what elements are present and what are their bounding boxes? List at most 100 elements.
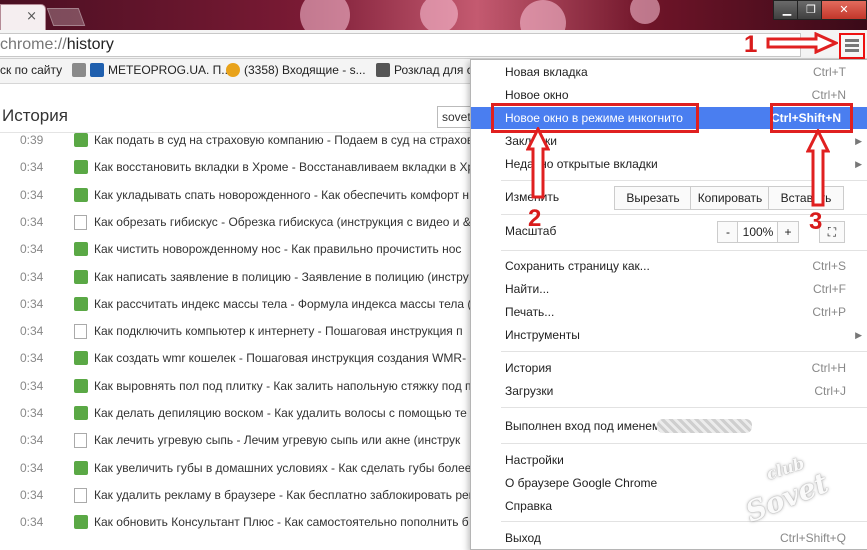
site-favicon-icon (74, 187, 88, 202)
menu-item-print[interactable]: Печать... Ctrl+P (471, 301, 867, 323)
history-entry-title[interactable]: Как восстановить вкладки в Хроме - Восст… (94, 160, 470, 174)
history-entry-time: 0:39 (20, 133, 44, 147)
copy-button[interactable]: Копировать (690, 186, 770, 210)
annotation-number-1: 1 (744, 31, 758, 58)
menu-bar-icon (845, 39, 859, 42)
site-favicon-icon (74, 242, 88, 257)
history-entry-title[interactable]: Как чистить новорожденному нос - Как пра… (94, 242, 461, 256)
history-entry-title[interactable]: Как выровнять пол под плитку - Как залит… (94, 379, 470, 393)
history-entry-title[interactable]: Как делать депиляцию воском - Как удалит… (94, 406, 467, 420)
page-favicon-icon (74, 433, 87, 449)
mail-at-icon (226, 63, 240, 77)
history-entry[interactable]: 0:34 Как делать депиляцию воском - Как уд… (0, 402, 470, 424)
address-scheme: chrome:// (0, 36, 67, 53)
site-favicon-icon (74, 133, 88, 147)
history-entry-title[interactable]: Как укладывать спать новорожденного - Ка… (94, 188, 469, 202)
submenu-arrow-icon: ▶ (855, 159, 862, 169)
site-favicon-icon (74, 296, 88, 311)
new-tab-button[interactable] (46, 8, 86, 26)
history-entry[interactable]: 0:34 Как укладывать спать новорожденного … (0, 184, 470, 206)
history-entry[interactable]: 0:39 Как подать в суд на страховую компан… (0, 129, 470, 151)
address-path: history (66, 36, 114, 53)
browser-tab[interactable]: × (0, 4, 46, 30)
history-entry[interactable]: 0:34 Как восстановить вкладки в Хроме - В… (0, 156, 470, 178)
close-window-button[interactable]: ✕ (821, 0, 867, 20)
tab-close-icon[interactable]: × (26, 9, 37, 25)
history-entry[interactable]: 0:34 Как выровнять пол под плитку - Как з… (0, 375, 470, 397)
menu-item-save-page[interactable]: Сохранить страницу как... Ctrl+S (471, 255, 867, 277)
menu-separator (501, 443, 867, 444)
menu-item-new-tab[interactable]: Новая вкладка Ctrl+T (471, 61, 867, 83)
menu-item-history[interactable]: История Ctrl+H (471, 357, 867, 379)
zoom-level: 100% (737, 221, 779, 243)
bookmark-item[interactable]: ск по сайту (0, 63, 62, 77)
zoom-out-button[interactable]: - (717, 221, 739, 243)
annotation-arrow-icon (526, 127, 550, 199)
menu-item-signed-in[interactable]: Выполнен вход под именем (471, 415, 867, 437)
history-entry-title[interactable]: Как увеличить губы в домашних условиях -… (94, 461, 470, 475)
chrome-menu-button[interactable] (839, 33, 865, 59)
history-entry[interactable]: 0:34 Как подключить компьютер к интернету… (0, 320, 470, 342)
background-bokeh (630, 0, 660, 24)
annotation-arrow-icon (766, 32, 838, 54)
background-bokeh (420, 0, 458, 30)
address-bar[interactable]: chrome://history (0, 33, 801, 57)
menu-bar-icon (845, 49, 859, 52)
background-bokeh (300, 0, 350, 30)
club-sovet-watermark-logo: club Sovet (740, 453, 833, 529)
zoom-in-button[interactable]: + (777, 221, 799, 243)
history-entry-time: 0:34 (20, 406, 44, 420)
history-entry-time: 0:34 (20, 351, 44, 366)
bookmark-item[interactable]: Розклад для с... (376, 63, 483, 77)
history-entry[interactable]: 0:34 Как написать заявление в полицию - З… (0, 266, 470, 288)
history-entry-title[interactable]: Как удалить рекламу в браузере - Как бес… (94, 488, 470, 502)
history-entry[interactable]: 0:34 Как удалить рекламу в браузере - Как… (0, 484, 470, 506)
annotation-number-3: 3 (809, 208, 823, 235)
page-title: История (2, 106, 68, 125)
annotation-arrow-icon (806, 129, 830, 207)
history-entry-time: 0:34 (20, 324, 44, 339)
menu-item-tools[interactable]: Инструменты ▶ (471, 324, 867, 346)
history-entry-time: 0:34 (20, 242, 44, 257)
history-entry[interactable]: 0:34 Как обрезать гибискус - Обрезка гиби… (0, 211, 470, 233)
history-entry-title[interactable]: Как лечить угревую сыпь - Лечим угревую … (94, 433, 460, 447)
history-entry-time: 0:34 (20, 378, 44, 393)
bookmark-item[interactable]: (3358) Входящие - s... (226, 63, 366, 77)
menu-item-downloads[interactable]: Загрузки Ctrl+J (471, 380, 867, 402)
history-entry-title[interactable]: Как обновить Консультант Плюс - Как само… (94, 515, 469, 529)
history-entry-title[interactable]: Как рассчитать индекс массы тела - Форму… (94, 297, 470, 311)
meteoprog-icon (90, 63, 104, 77)
history-entry[interactable]: 0:34 Как лечить угревую сыпь - Лечим угре… (0, 429, 470, 451)
history-entry-time: 0:34 (20, 460, 44, 475)
submenu-arrow-icon: ▶ (855, 136, 862, 146)
history-entry-time: 0:34 (20, 433, 44, 448)
page-favicon-icon (74, 487, 87, 503)
history-entry-title[interactable]: Как написать заявление в полицию - Заявл… (94, 270, 469, 284)
history-entry-time: 0:34 (20, 296, 44, 311)
menu-item-find[interactable]: Найти... Ctrl+F (471, 278, 867, 300)
history-entry[interactable]: 0:34 Как обновить Консультант Плюс - Как … (0, 511, 470, 533)
fullscreen-icon[interactable]: ⛶ (819, 221, 845, 243)
background-bokeh (520, 0, 566, 30)
history-entry-time: 0:34 (20, 269, 44, 284)
annotation-number-2: 2 (528, 205, 542, 232)
history-entry[interactable]: 0:34 Как создать wmr кошелек - Пошаговая … (0, 347, 470, 369)
submenu-arrow-icon: ▶ (855, 330, 862, 340)
history-entry-title[interactable]: Как подключить компьютер к интернету - П… (94, 324, 463, 338)
bookmark-item[interactable]: METEOPROG.UA. П... (72, 63, 231, 77)
history-entry-title[interactable]: Как создать wmr кошелек - Пошаговая инст… (94, 351, 466, 365)
menu-separator (501, 407, 867, 408)
page-favicon-icon (74, 214, 87, 230)
history-entry[interactable]: 0:34 Как рассчитать индекс массы тела - Ф… (0, 293, 470, 315)
history-entry-title[interactable]: Как подать в суд на страховую компанию -… (94, 133, 470, 147)
menu-separator (501, 351, 867, 352)
menu-item-exit[interactable]: Выход Ctrl+Shift+Q (471, 527, 867, 549)
blurred-username (657, 419, 752, 433)
history-entry[interactable]: 0:34 Как чистить новорожденному нос - Как… (0, 238, 470, 260)
site-favicon-icon (74, 351, 88, 366)
page-favicon-icon (74, 324, 87, 340)
history-entry[interactable]: 0:34 Как увеличить губы в домашних услови… (0, 457, 470, 479)
history-entry-title[interactable]: Как обрезать гибискус - Обрезка гибискус… (94, 215, 470, 229)
menu-bar-icon (845, 44, 859, 47)
cut-button[interactable]: Вырезать (614, 186, 692, 210)
